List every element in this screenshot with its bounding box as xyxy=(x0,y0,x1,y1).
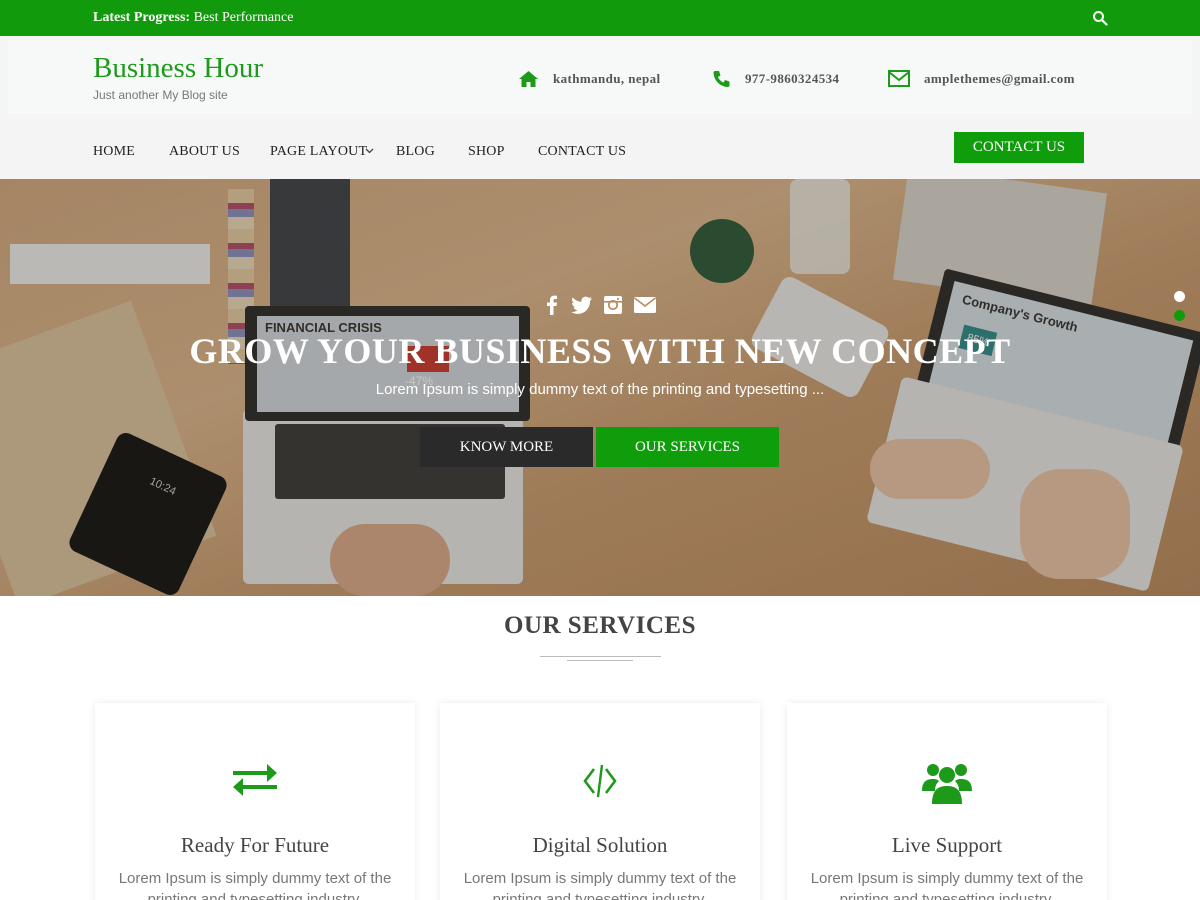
instagram-icon[interactable] xyxy=(603,295,623,315)
service-card-title: Ready For Future xyxy=(180,833,330,857)
service-card: Digital Solution Lorem Ipsum is simply d… xyxy=(440,703,760,900)
envelope-icon[interactable] xyxy=(633,295,657,315)
envelope-icon xyxy=(888,70,910,87)
nav-about-us[interactable]: ABOUT US xyxy=(169,144,240,160)
email-text[interactable]: amplethemes@gmail.com xyxy=(924,71,1075,87)
address-info: kathmandu, nepal xyxy=(518,70,661,88)
hero-social-links xyxy=(543,295,657,315)
address-text: kathmandu, nepal xyxy=(553,71,661,86)
card-icon-wrap xyxy=(440,761,760,801)
title-divider-bottom xyxy=(567,660,633,661)
service-card-text: Lorem Ipsum is simply dummy text of the … xyxy=(810,870,1084,900)
phone-info: 977-9860324534 xyxy=(712,70,839,88)
nav-page-layout[interactable]: PAGE LAYOUT xyxy=(270,144,367,160)
service-card-title: Live Support xyxy=(891,833,1003,857)
exchange-arrows-icon xyxy=(233,764,277,796)
site-tagline: Just another My Blog site xyxy=(93,88,228,102)
service-card: Live Support Lorem Ipsum is simply dummy… xyxy=(787,703,1107,900)
top-bar: Latest Progress: Best Performance xyxy=(0,0,1200,36)
phone-text: 977-9860324534 xyxy=(745,71,840,86)
email-info: amplethemes@gmail.com xyxy=(888,70,1075,87)
chevron-down-icon[interactable] xyxy=(365,148,374,154)
hero-subtitle: Lorem Ipsum is simply dummy text of the … xyxy=(375,381,825,398)
code-icon xyxy=(583,764,617,798)
latest-progress-label: Latest Progress: xyxy=(93,10,191,25)
nav-blog[interactable]: BLOG xyxy=(396,144,435,160)
users-icon xyxy=(922,764,972,804)
service-card: Ready For Future Lorem Ipsum is simply d… xyxy=(95,703,415,900)
contact-us-button[interactable]: CONTACT US xyxy=(954,132,1084,163)
latest-progress: Latest Progress: Best Performance xyxy=(93,10,294,26)
nav-home[interactable]: HOME xyxy=(93,144,135,160)
hero-title: GROW YOUR BUSINESS WITH NEW CONCEPT xyxy=(189,331,1011,371)
nav-contact-us[interactable]: CONTACT US xyxy=(538,144,626,160)
slider-dot-2[interactable] xyxy=(1174,310,1185,321)
home-icon xyxy=(519,71,538,87)
twitter-icon[interactable] xyxy=(571,295,593,315)
card-icon-wrap xyxy=(95,761,415,797)
facebook-icon[interactable] xyxy=(543,295,561,315)
services-title: OUR SERVICES xyxy=(504,612,696,639)
service-card-text: Lorem Ipsum is simply dummy text of the … xyxy=(463,870,737,900)
our-services-button[interactable]: OUR SERVICES xyxy=(596,427,779,467)
know-more-button[interactable]: KNOW MORE xyxy=(420,427,593,467)
search-icon[interactable] xyxy=(1092,10,1108,26)
phone-icon xyxy=(713,71,730,87)
service-card-text: Lorem Ipsum is simply dummy text of the … xyxy=(118,870,392,900)
latest-progress-text[interactable]: Best Performance xyxy=(194,10,294,25)
site-title[interactable]: Business Hour xyxy=(93,52,263,85)
nav-shop[interactable]: SHOP xyxy=(468,144,505,160)
card-icon-wrap xyxy=(787,761,1107,805)
slider-dot-1[interactable] xyxy=(1174,291,1185,302)
title-divider-top xyxy=(540,656,661,657)
service-card-title: Digital Solution xyxy=(532,833,668,857)
